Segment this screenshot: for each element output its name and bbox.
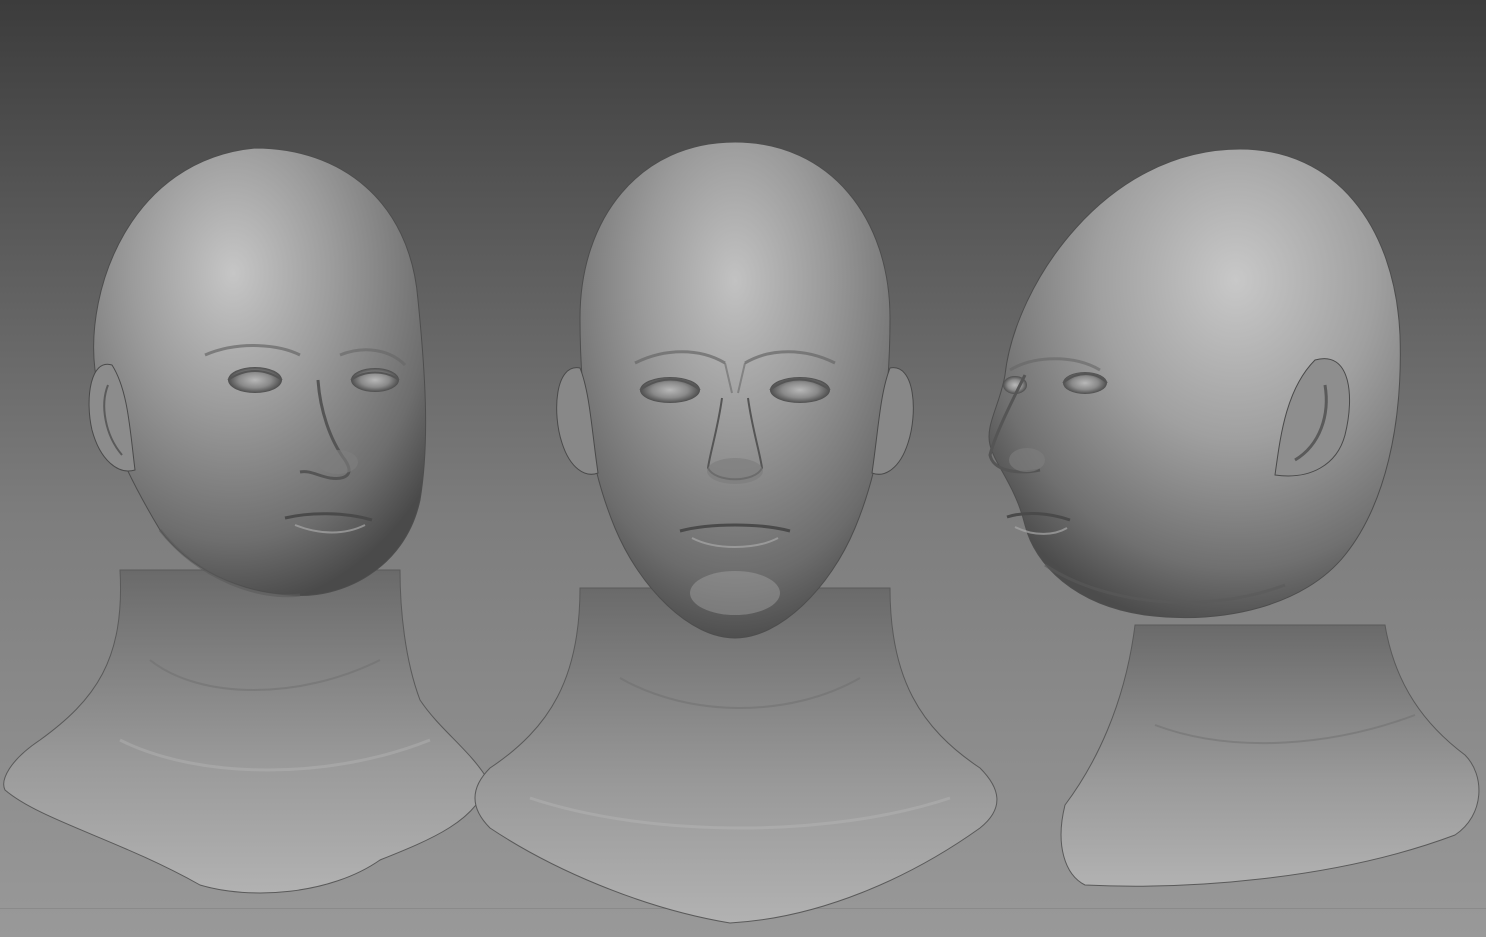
sculpt-bust-front[interactable] [470,138,1010,928]
sculpt-bust-right[interactable] [985,145,1485,890]
sculpt-viewport[interactable] [0,0,1486,937]
sculpt-bust-left[interactable] [0,140,490,900]
